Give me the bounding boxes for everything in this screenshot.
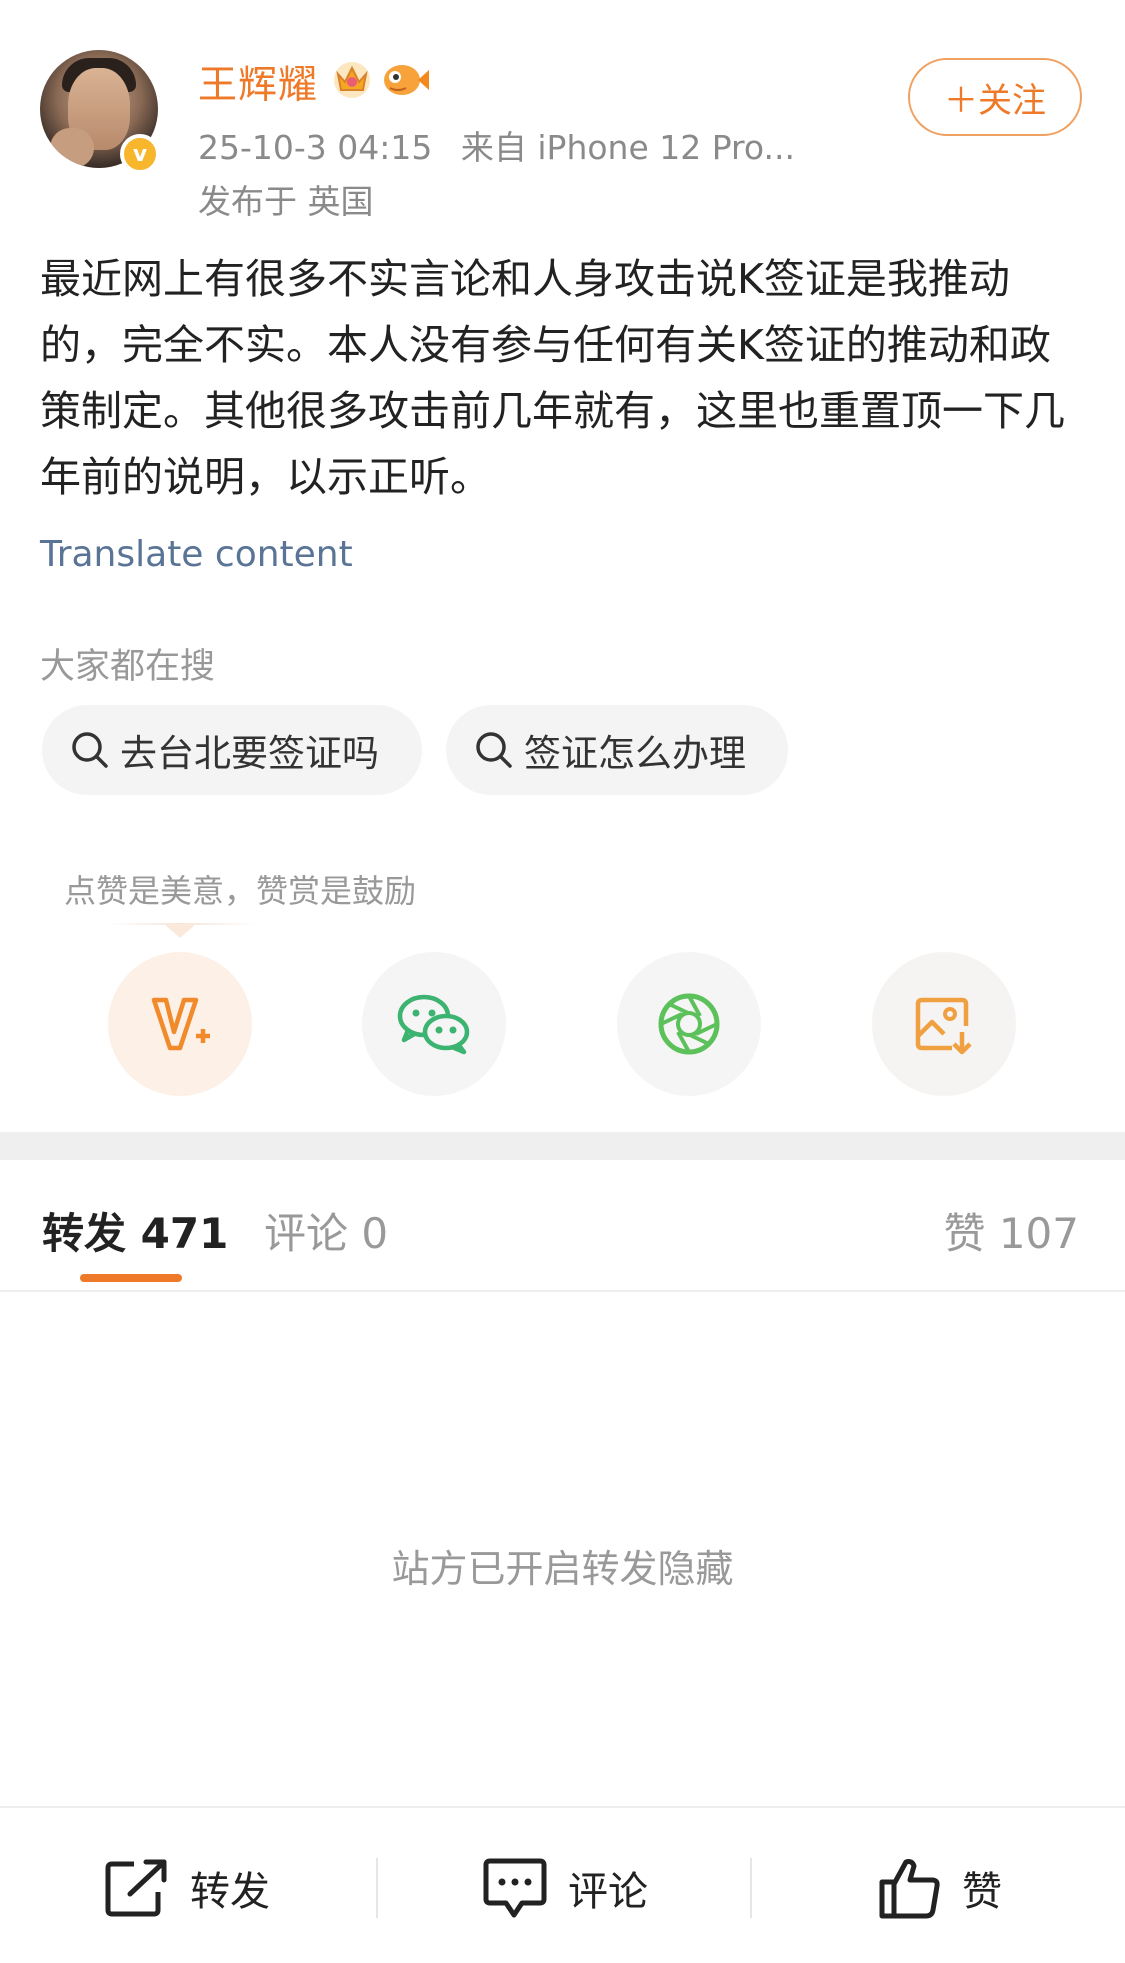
bottom-separator [376, 1858, 378, 1918]
empty-state-message: 站方已开启转发隐藏 [391, 1547, 734, 1591]
tab-like-label: 赞 [943, 1209, 986, 1258]
search-chip-label: 去台北要签证吗 [120, 732, 379, 775]
comment-icon [483, 1858, 547, 1918]
search-icon [476, 732, 512, 768]
vplus-icon [151, 997, 210, 1051]
search-chip[interactable]: 去台北要签证吗 [42, 705, 422, 795]
search-chip[interactable]: 签证怎么办理 [446, 705, 788, 795]
translate-link[interactable]: Translate content [40, 534, 353, 575]
repost-icon [105, 1859, 167, 1917]
author-name[interactable]: 王辉耀 [198, 54, 318, 110]
vplus-share-button[interactable] [108, 952, 252, 1096]
comment-button-label: 评论 [568, 1869, 648, 1915]
active-tab-indicator [80, 1274, 182, 1282]
tab-like-count: 107 [998, 1209, 1079, 1258]
repost-button[interactable]: 转发 [104, 1848, 270, 1928]
save-image-icon [915, 997, 972, 1055]
post-source[interactable]: 来自 iPhone 12 Pro... [461, 128, 795, 167]
fish-badge-icon[interactable] [380, 56, 430, 100]
tab-repost-label: 转发 [42, 1209, 127, 1258]
trending-search-title: 大家都在搜 [40, 647, 216, 687]
tab-repost-count: 471 [140, 1209, 229, 1258]
search-icon [72, 732, 108, 768]
wechat-share-button[interactable] [362, 952, 506, 1096]
thumbs-up-icon [879, 1859, 940, 1919]
post-location: 发布于 英国 [198, 182, 374, 221]
section-divider [0, 1132, 1125, 1160]
search-chip-label: 签证怎么办理 [524, 732, 746, 775]
tab-like[interactable]: 赞 107 [943, 1200, 1079, 1261]
bottom-bar-divider [0, 1806, 1125, 1808]
post-timestamp: 25-10-3 04:15 [198, 128, 433, 167]
reward-tip: 点赞是美意，赞赏是鼓励 [64, 872, 417, 910]
post-meta: 25-10-3 04:15 来自 iPhone 12 Pro... [198, 121, 813, 169]
tip-pointer [164, 924, 196, 938]
post-text: 最近网上有很多不实言论和人身攻击说K签证是我推动的，完全不实。本人没有参与任何有… [40, 255, 1065, 501]
moments-icon [658, 993, 720, 1055]
verified-badge: v [120, 134, 160, 174]
comment-button[interactable]: 评论 [482, 1848, 648, 1928]
tab-bar-divider [0, 1290, 1125, 1292]
tab-repost[interactable]: 转发 471 [42, 1200, 228, 1261]
wechat-icon [397, 994, 470, 1055]
tab-comment-label: 评论 [264, 1209, 349, 1258]
crown-badge-icon[interactable] [330, 56, 374, 100]
tab-comment[interactable]: 评论 0 [264, 1200, 388, 1261]
follow-button[interactable]: ＋关注 [908, 58, 1082, 136]
repost-button-label: 转发 [190, 1869, 270, 1915]
weibo-post-page: v 王辉耀 25-10-3 04:15 来自 iPhone 12 Pro... … [0, 0, 1125, 1963]
save-image-button[interactable] [872, 952, 1016, 1096]
like-button-label: 赞 [962, 1869, 1002, 1915]
tab-comment-count: 0 [361, 1209, 389, 1258]
like-button[interactable]: 赞 [878, 1848, 1002, 1928]
bottom-separator [750, 1858, 752, 1918]
moments-share-button[interactable] [617, 952, 761, 1096]
